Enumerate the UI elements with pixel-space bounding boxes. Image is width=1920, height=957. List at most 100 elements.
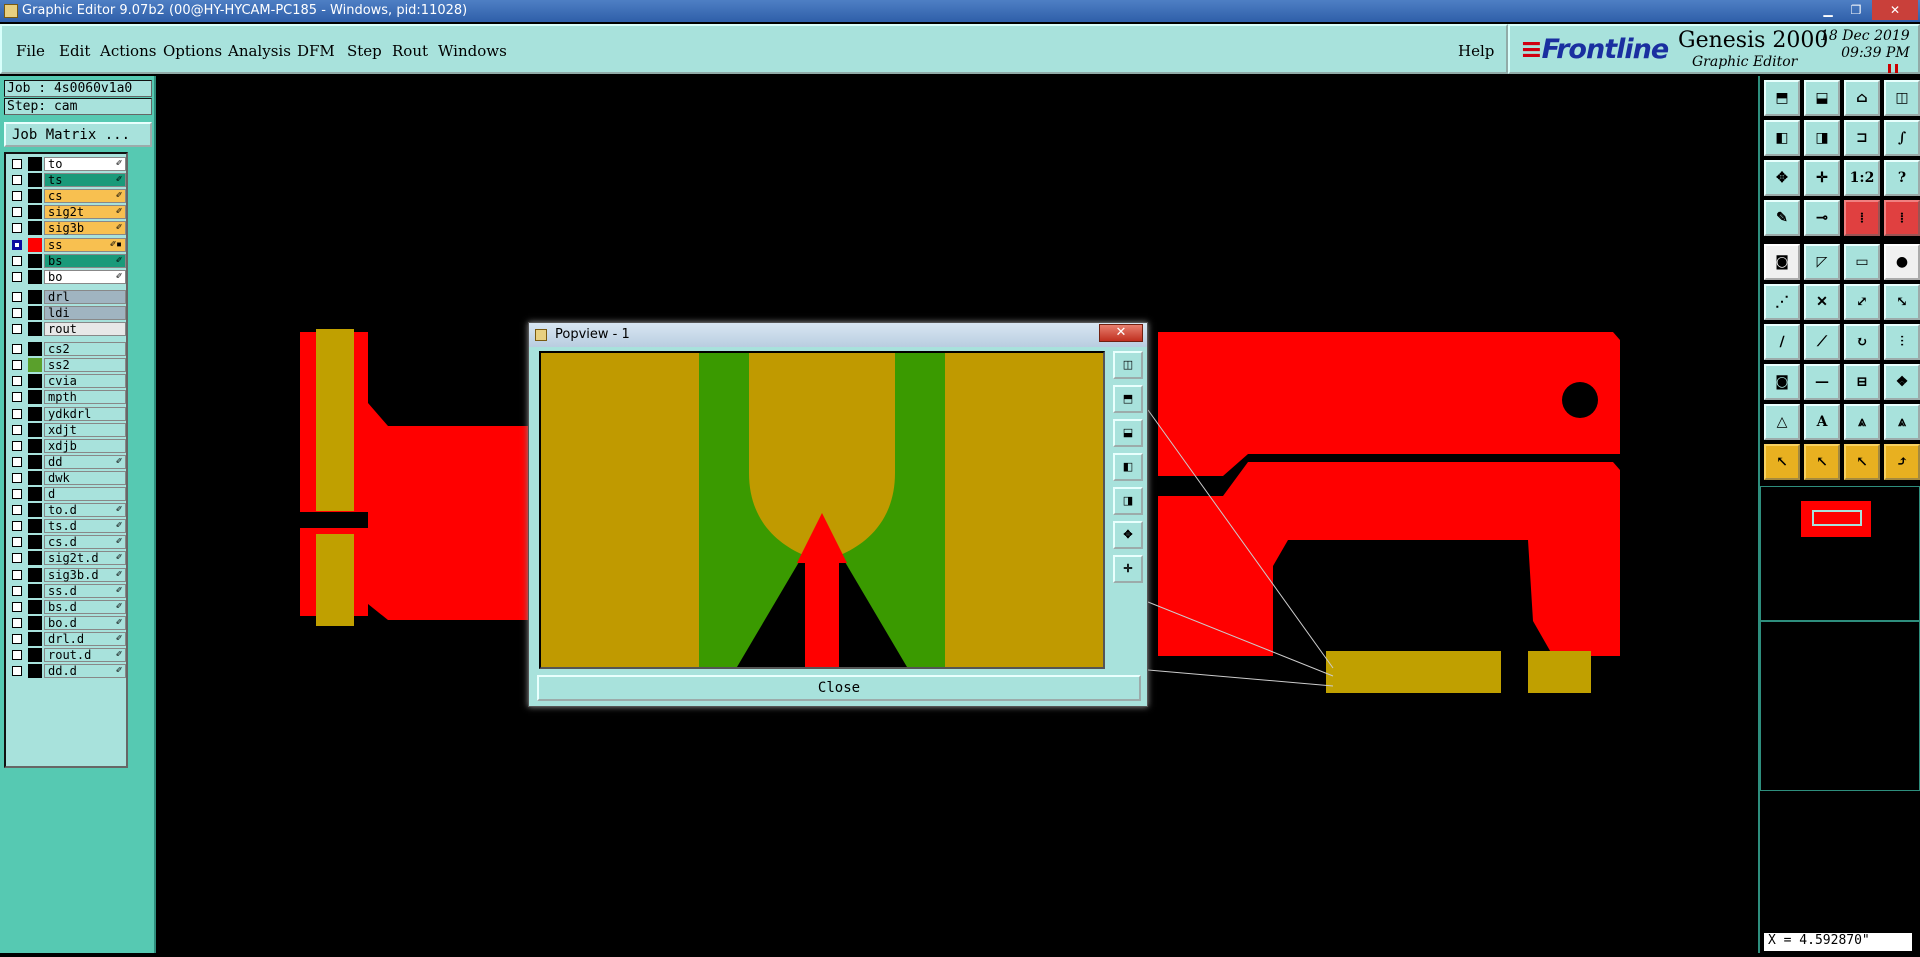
layer-checkbox[interactable] (12, 537, 22, 548)
layer-color-swatch[interactable] (28, 599, 42, 614)
layer-checkbox[interactable] (12, 159, 22, 169)
layer-checkbox[interactable] (12, 376, 22, 387)
layer-checkbox[interactable] (12, 424, 22, 435)
popview-tool-6[interactable]: ✥ (1113, 521, 1143, 549)
layer-color-swatch[interactable] (28, 470, 42, 485)
menu-step[interactable]: Step (347, 42, 382, 60)
layer-color-swatch[interactable] (28, 305, 42, 320)
help-button[interactable]: ? (1884, 160, 1920, 196)
text-d-button[interactable]: ⩓ (1884, 404, 1920, 440)
layer-name[interactable]: bo ✐ (44, 269, 126, 284)
layout-button[interactable]: ◫ (1884, 80, 1920, 116)
snap-button[interactable]: ∫ (1884, 120, 1920, 156)
layer-name[interactable]: xdjb (44, 438, 126, 453)
layer-checkbox[interactable] (12, 633, 22, 644)
copy-button[interactable]: ⤡ (1884, 284, 1920, 320)
layer-row-ss[interactable]: ss ✐▪ (8, 237, 126, 253)
popview-tool-3[interactable]: ⬓ (1113, 419, 1143, 447)
pan-button[interactable]: ⊐ (1844, 120, 1880, 156)
zoom-area-button[interactable]: ✛ (1804, 160, 1840, 196)
layer-color-swatch[interactable] (28, 519, 42, 534)
cross-button[interactable]: ✕ (1804, 284, 1840, 320)
layer-row-bs[interactable]: bs ✐ (8, 253, 126, 269)
layer-row-mpth[interactable]: mpth (8, 389, 126, 405)
layer-checkbox[interactable] (12, 392, 22, 403)
line2-button[interactable]: ⟋ (1804, 324, 1840, 360)
line-button[interactable]: ∕ (1764, 324, 1800, 360)
layer-name[interactable]: dd ✐ (44, 454, 126, 469)
layer-row-ts-d[interactable]: ts.d ✐ (8, 518, 126, 534)
pattern-button[interactable]: ❖ (1884, 364, 1920, 400)
layer-row-ldi[interactable]: ldi (8, 305, 126, 321)
layer-color-swatch[interactable] (28, 551, 42, 566)
mirror-button[interactable]: ⫶ (1884, 324, 1920, 360)
layer-row-sig3b[interactable]: sig3b ✐ (8, 220, 126, 236)
menu-edit[interactable]: Edit (59, 42, 90, 60)
layer-row-to-d[interactable]: to.d ✐ (8, 502, 126, 518)
layer-name[interactable]: sig2t.d ✐ (44, 551, 126, 566)
layer-row-bo[interactable]: bo ✐ (8, 269, 126, 285)
layer-row-cs-d[interactable]: cs.d ✐ (8, 534, 126, 550)
feature-button[interactable]: ◙ (1764, 364, 1800, 400)
layer-name[interactable]: ldi (44, 305, 126, 320)
popview-canvas[interactable] (539, 351, 1105, 669)
layer-name[interactable]: ts.d ✐ (44, 519, 126, 534)
layer-name[interactable]: d (44, 487, 126, 501)
route-button[interactable]: ⤴ (1884, 444, 1920, 480)
group-button[interactable]: ⊟ (1844, 364, 1880, 400)
popview-tool-7[interactable]: ✛ (1113, 555, 1143, 583)
layer-row-sig3b-d[interactable]: sig3b.d ✐ (8, 567, 126, 583)
layer-row-cvia[interactable]: cvia (8, 373, 126, 389)
layer-color-swatch[interactable] (28, 567, 42, 582)
layer-color-swatch[interactable] (28, 289, 42, 304)
layer-name[interactable]: ss ✐▪ (44, 237, 126, 252)
layer-row-xdjt[interactable]: xdjt (8, 422, 126, 438)
net-button[interactable]: ⋰ (1764, 284, 1800, 320)
layer-color-swatch[interactable] (28, 173, 42, 188)
layers-up-button[interactable]: ⁞ (1844, 200, 1880, 236)
layer-color-swatch[interactable] (28, 583, 42, 598)
layer-name[interactable]: rout.d ✐ (44, 648, 126, 662)
layer-name[interactable]: dd.d ✐ (44, 664, 126, 679)
layer-row-bo-d[interactable]: bo.d ✐ (8, 615, 126, 631)
menu-file[interactable]: File (16, 42, 45, 60)
popview-close-button[interactable]: Close (537, 675, 1141, 701)
select3-button[interactable]: ↖ (1844, 444, 1880, 480)
layer-row-d[interactable]: d (8, 486, 126, 502)
layer-row-to[interactable]: to ✐ (8, 156, 126, 172)
layer-row-sig2t-d[interactable]: sig2t.d ✐ (8, 550, 126, 566)
probe-button[interactable]: ⊸ (1804, 200, 1840, 236)
layer-color-swatch[interactable] (28, 664, 42, 679)
layer-checkbox[interactable] (12, 291, 22, 302)
layer-name[interactable]: to ✐ (44, 157, 126, 171)
layer-color-swatch[interactable] (28, 374, 42, 389)
layer-color-swatch[interactable] (28, 406, 42, 421)
layer-name[interactable]: drl (44, 289, 126, 304)
menu-analysis[interactable]: Analysis (228, 42, 291, 60)
popview-titlebar[interactable]: Popview - 1 ✕ (529, 323, 1147, 347)
layer-checkbox[interactable] (12, 239, 22, 250)
layer-color-swatch[interactable] (28, 615, 42, 630)
layer-name[interactable]: ts ✐ (44, 173, 126, 188)
layer-color-swatch[interactable] (28, 487, 42, 501)
text-b-button[interactable]: A (1804, 404, 1840, 440)
layer-color-swatch[interactable] (28, 631, 42, 646)
layer-name[interactable]: rout (44, 322, 126, 336)
layer-color-swatch[interactable] (28, 438, 42, 453)
layer-name[interactable]: mpth (44, 390, 126, 405)
layer-color-swatch[interactable] (28, 390, 42, 405)
layer-color-swatch[interactable] (28, 422, 42, 437)
layer-checkbox[interactable] (12, 617, 22, 628)
layer-checkbox[interactable] (12, 650, 22, 660)
layer-color-swatch[interactable] (28, 322, 42, 336)
layer-row-dd[interactable]: dd ✐ (8, 454, 126, 470)
close-window-button[interactable]: ✕ (1872, 0, 1918, 20)
layer-color-swatch[interactable] (28, 157, 42, 171)
layer-checkbox[interactable] (12, 666, 22, 677)
layer-name[interactable]: cs.d ✐ (44, 535, 126, 550)
layer-name[interactable]: cs ✐ (44, 189, 126, 204)
layer-name[interactable]: bo.d ✐ (44, 615, 126, 630)
layer-row-cs[interactable]: cs ✐ (8, 188, 126, 204)
move-button[interactable]: ⤢ (1844, 284, 1880, 320)
layer-checkbox[interactable] (12, 191, 22, 202)
